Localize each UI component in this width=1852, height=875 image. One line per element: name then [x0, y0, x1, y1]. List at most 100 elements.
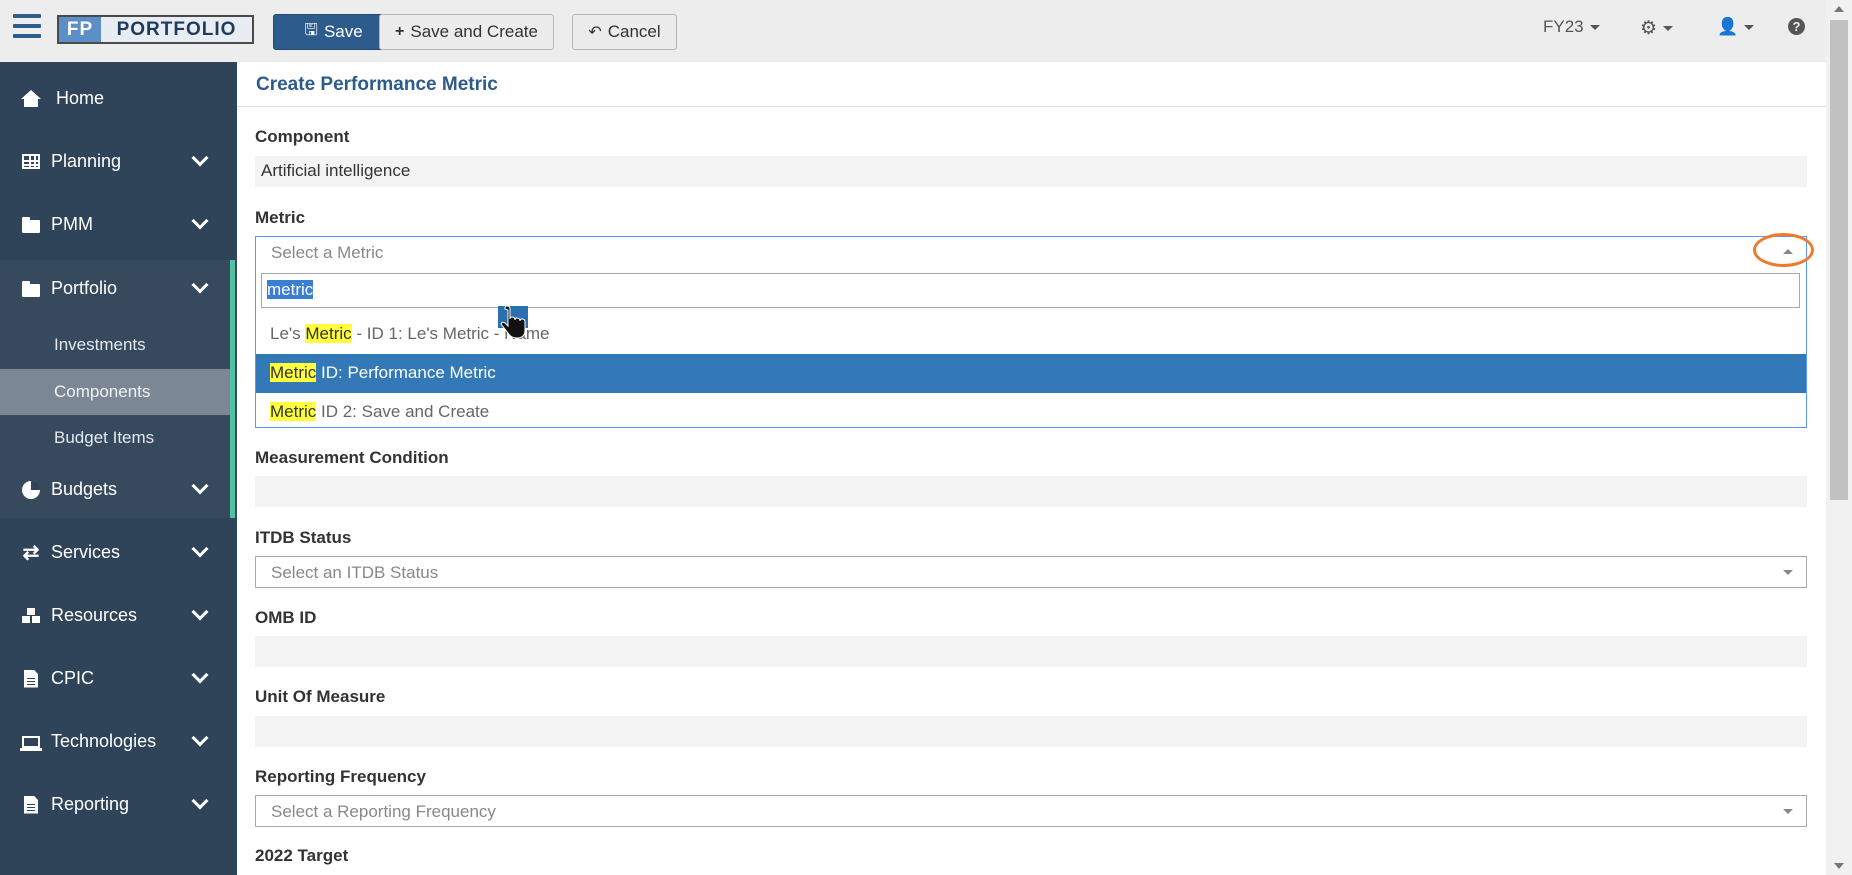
- fp-portfolio-logo[interactable]: FP PORTFOLIO: [57, 15, 254, 44]
- sidebar-item-label: Budgets: [51, 479, 118, 499]
- chevron-down-icon: [191, 212, 209, 230]
- main-content: Create Performance Metric Component Arti…: [237, 62, 1826, 875]
- sidebar-item-label: Resources: [51, 605, 138, 625]
- chevron-down-icon: [191, 477, 209, 495]
- sidebar-item-label: Services: [51, 542, 121, 562]
- exchange-icon: ⇄: [22, 541, 40, 564]
- metric-select-placeholder: Select a Metric: [271, 243, 384, 262]
- option-match-highlight: Metric: [270, 363, 317, 382]
- page-title: Create Performance Metric: [256, 74, 498, 95]
- undo-icon: ↶: [588, 24, 602, 41]
- metric-option-active[interactable]: Metric ID: Performance Metric: [256, 354, 1806, 393]
- option-text-pre: Le's: [270, 324, 306, 343]
- caret-down-icon: [1783, 570, 1793, 575]
- document-icon: [20, 795, 42, 815]
- measurement-condition-value: [255, 476, 1807, 507]
- document-icon: [20, 669, 42, 689]
- fiscal-year-dropdown[interactable]: FY23: [1543, 17, 1600, 37]
- vertical-scrollbar[interactable]: [1826, 0, 1852, 875]
- sidebar-item-resources[interactable]: Resources: [0, 584, 237, 647]
- target-2022-label: 2022 Target: [255, 846, 349, 865]
- sidebar-item-pmm[interactable]: PMM: [0, 193, 237, 256]
- logo-fp: FP: [59, 17, 101, 42]
- caret-down-icon: [1744, 24, 1755, 30]
- sidebar-item-budgets[interactable]: Budgets: [0, 458, 237, 521]
- hamburger-menu-icon[interactable]: [13, 14, 41, 40]
- caret-down-icon: [1663, 26, 1674, 31]
- sidebar-subitem-budget-items[interactable]: Budget Items: [0, 415, 230, 461]
- sidebar-item-label: Reporting: [51, 794, 130, 814]
- cancel-button[interactable]: ↶ Cancel: [572, 14, 677, 50]
- gears-icon: ⚙: [1640, 18, 1658, 39]
- sidebar-subitem-label: Components: [54, 382, 151, 401]
- component-label: Component: [255, 127, 350, 146]
- chevron-down-icon: [191, 603, 209, 621]
- sidebar-item-label: Technologies: [51, 731, 157, 751]
- option-text-post: ID: Performance Metric: [316, 363, 496, 382]
- measurement-condition-label: Measurement Condition: [255, 448, 449, 467]
- save-and-create-button[interactable]: + Save and Create: [379, 14, 554, 50]
- sidebar-item-reporting[interactable]: Reporting: [0, 773, 237, 836]
- itdb-status-placeholder: Select an ITDB Status: [271, 563, 439, 582]
- sidebar-item-label: PMM: [51, 214, 93, 234]
- metric-search-input[interactable]: metric: [261, 273, 1800, 308]
- sidebar-item-services[interactable]: ⇄ Services: [0, 521, 237, 584]
- itdb-status-select[interactable]: Select an ITDB Status: [255, 556, 1807, 588]
- chevron-down-icon: [191, 149, 209, 167]
- scrollbar-thumb[interactable]: [1830, 20, 1848, 500]
- fiscal-year-label: FY23: [1543, 17, 1584, 36]
- itdb-status-label: ITDB Status: [255, 528, 352, 547]
- folder-icon: [20, 215, 42, 235]
- scroll-up-icon[interactable]: [1834, 6, 1844, 12]
- metric-dropdown: metric Le's Metric - ID 1: Le's Metric -…: [255, 268, 1807, 428]
- settings-dropdown[interactable]: ⚙: [1640, 17, 1674, 40]
- save-icon: 🖫: [304, 21, 318, 39]
- chevron-down-icon: [191, 540, 209, 558]
- omb-id-value: [255, 636, 1807, 667]
- save-and-create-label: Save and Create: [410, 22, 538, 41]
- metric-search-text: metric: [267, 280, 314, 299]
- folder-icon: [20, 279, 42, 299]
- component-value: Artificial intelligence: [255, 156, 1807, 187]
- hand-cursor-icon: [498, 305, 528, 339]
- help-icon[interactable]: ?: [1788, 18, 1805, 35]
- cancel-button-label: Cancel: [607, 22, 661, 41]
- caret-down-icon: [1783, 809, 1793, 814]
- sidebar-item-planning[interactable]: Planning: [0, 130, 237, 193]
- sidebar-item-technologies[interactable]: Technologies: [0, 710, 237, 773]
- sidebar: Home Planning PMM Portfolio Investments …: [0, 62, 237, 875]
- plus-icon: +: [395, 23, 405, 40]
- option-text-post: ID 2: Save and Create: [316, 402, 490, 421]
- sidebar-subitem-label: Budget Items: [54, 428, 155, 447]
- save-button-label: Save: [323, 22, 363, 41]
- scroll-down-icon[interactable]: [1834, 863, 1844, 869]
- user-dropdown[interactable]: 👤: [1717, 17, 1755, 37]
- unit-of-measure-label: Unit Of Measure: [255, 687, 386, 706]
- metric-option[interactable]: Le's Metric - ID 1: Le's Metric - Name: [256, 315, 1806, 354]
- metric-select[interactable]: Select a Metric: [255, 236, 1807, 270]
- sidebar-item-label: CPIC: [51, 668, 95, 688]
- option-match-highlight: Metric: [270, 402, 317, 421]
- sidebar-subitem-investments[interactable]: Investments: [0, 322, 230, 368]
- reporting-frequency-label: Reporting Frequency: [255, 767, 426, 786]
- sidebar-subitem-components[interactable]: Components: [0, 369, 230, 415]
- chevron-down-icon: [191, 792, 209, 810]
- sidebar-item-label: Home: [56, 88, 105, 108]
- home-icon: [20, 89, 42, 109]
- pie-chart-icon: [20, 480, 42, 500]
- table-icon: [20, 152, 42, 172]
- laptop-icon: [20, 732, 42, 752]
- metric-option[interactable]: Metric ID 2: Save and Create: [256, 393, 1806, 432]
- sidebar-item-home[interactable]: Home: [0, 67, 237, 130]
- chevron-down-icon: [191, 276, 209, 294]
- save-button[interactable]: 🖫 Save: [273, 14, 394, 50]
- sidebar-item-cpic[interactable]: CPIC: [0, 647, 237, 710]
- sidebar-item-portfolio[interactable]: Portfolio: [0, 257, 237, 320]
- logo-text: PORTFOLIO: [101, 17, 252, 42]
- sidebar-item-label: Portfolio: [51, 278, 118, 298]
- caret-down-icon: [1589, 24, 1600, 30]
- chevron-down-icon: [191, 666, 209, 684]
- title-divider: [237, 106, 1826, 107]
- annotation-circle: [1753, 233, 1814, 267]
- reporting-frequency-select[interactable]: Select a Reporting Frequency: [255, 795, 1807, 827]
